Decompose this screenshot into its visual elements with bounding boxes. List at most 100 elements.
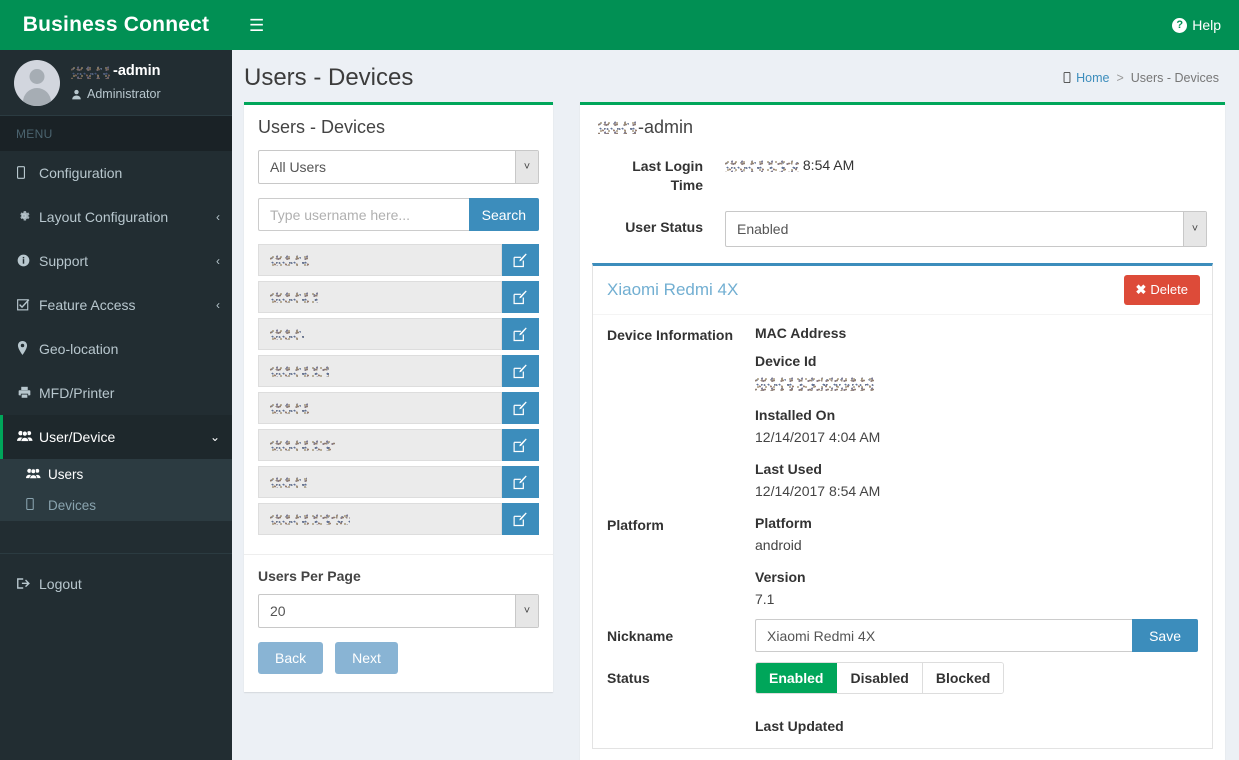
- breadcrumb-home[interactable]: Home: [1063, 71, 1109, 85]
- chevron-left-icon: ‹: [216, 298, 220, 312]
- status-option-blocked[interactable]: Blocked: [922, 663, 1004, 694]
- sidebar-submenu-user-device: Users Devices: [0, 459, 232, 521]
- platform-group: Platform Platform android Version 7.1: [593, 515, 1212, 617]
- nickname-input[interactable]: [755, 619, 1133, 653]
- sidebar-divider: [0, 553, 232, 554]
- sidebar-item-devices[interactable]: Devices: [0, 490, 232, 521]
- user-name-cell[interactable]: [258, 355, 502, 387]
- redacted-username: [270, 291, 318, 303]
- sidebar-item-user-device[interactable]: User/Device ⌄: [0, 415, 232, 459]
- detail-username-title: -admin: [580, 105, 1225, 144]
- edit-user-button[interactable]: [502, 355, 539, 387]
- sidebar-label-devices: Devices: [48, 498, 97, 513]
- search-input[interactable]: [258, 198, 469, 231]
- redacted-username: [270, 439, 335, 451]
- sign-out-icon: [17, 577, 39, 592]
- user-filter-select[interactable]: All Users ˅: [258, 150, 539, 184]
- brand-logo[interactable]: Business Connect: [0, 0, 232, 50]
- user-icon: [72, 89, 81, 100]
- sidebar-item-support[interactable]: Support ‹: [0, 239, 232, 283]
- device-card: Xiaomi Redmi 4X ✖ Delete Device Informat…: [592, 262, 1213, 750]
- list-item[interactable]: [258, 355, 539, 387]
- edit-user-button[interactable]: [502, 503, 539, 535]
- chevron-down-icon: ˅: [515, 151, 538, 183]
- user-name-cell[interactable]: [258, 244, 502, 276]
- edit-pencil-icon: [513, 363, 527, 378]
- user-status-select[interactable]: Enabled ˅: [725, 210, 1207, 247]
- user-name-cell[interactable]: [258, 281, 502, 313]
- user-name-cell[interactable]: [258, 466, 502, 498]
- redacted-username: [598, 121, 638, 134]
- printer-icon: [17, 386, 39, 401]
- delete-label: Delete: [1150, 282, 1188, 298]
- edit-pencil-icon: [513, 289, 527, 304]
- edit-user-button[interactable]: [502, 392, 539, 424]
- menu-header: MENU: [0, 116, 232, 151]
- redacted-username: [270, 254, 312, 266]
- sidebar-label-users: Users: [48, 467, 84, 482]
- next-button[interactable]: Next: [335, 642, 398, 674]
- hamburger-icon[interactable]: ☰: [249, 17, 264, 34]
- status-option-disabled[interactable]: Disabled: [837, 663, 923, 694]
- avatar: [14, 59, 60, 106]
- version-value: 7.1: [755, 591, 775, 608]
- list-item[interactable]: [258, 392, 539, 424]
- edit-user-button[interactable]: [502, 466, 539, 498]
- chevron-down-icon: ˅: [1183, 211, 1206, 246]
- users-per-page-label: Users Per Page: [258, 568, 361, 584]
- redacted-username: [270, 476, 307, 488]
- help-label: Help: [1192, 17, 1221, 33]
- sidebar-item-mfd-printer[interactable]: MFD/Printer: [0, 371, 232, 415]
- sidebar-label-geo-location: Geo-location: [39, 341, 119, 357]
- breadcrumb-separator: >: [1116, 70, 1124, 85]
- sidebar-item-geo-location[interactable]: Geo-location: [0, 327, 232, 371]
- back-button[interactable]: Back: [258, 642, 324, 674]
- sidebar: Business Connect -admin Administrator ME…: [0, 0, 232, 760]
- edit-user-button[interactable]: [502, 318, 539, 350]
- edit-pencil-icon: [513, 252, 527, 267]
- chevron-left-icon: ‹: [216, 210, 220, 224]
- device-status-button-group: Enabled Disabled Blocked: [755, 662, 1005, 695]
- status-option-enabled[interactable]: Enabled: [756, 663, 838, 694]
- sidebar-item-users[interactable]: Users: [0, 459, 232, 490]
- list-item[interactable]: [258, 318, 539, 350]
- list-item[interactable]: [258, 244, 539, 276]
- search-button[interactable]: Search: [468, 198, 539, 231]
- question-circle-icon: ?: [1172, 17, 1188, 33]
- sidebar-username: -admin: [71, 62, 161, 82]
- list-item[interactable]: [258, 281, 539, 313]
- list-item[interactable]: [258, 503, 539, 535]
- pagination-footer: Users Per Page 20 ˅ Back Next: [244, 554, 553, 692]
- edit-user-button[interactable]: [502, 244, 539, 276]
- breadcrumb: Home > Users - Devices: [1063, 71, 1219, 85]
- list-item[interactable]: [258, 466, 539, 498]
- user-status-label: User Status: [625, 218, 703, 235]
- user-name-cell[interactable]: [258, 318, 502, 350]
- edit-user-button[interactable]: [502, 429, 539, 461]
- delete-device-button[interactable]: ✖ Delete: [1123, 274, 1200, 305]
- chevron-down-icon: ⌄: [209, 430, 220, 444]
- nickname-row: Nickname Save: [593, 619, 1212, 653]
- installed-on-label: Installed On: [755, 407, 836, 424]
- list-item[interactable]: [258, 429, 539, 461]
- user-name-cell[interactable]: [258, 392, 502, 424]
- version-label: Version: [755, 569, 806, 586]
- users-per-page-select[interactable]: 20 ˅: [258, 594, 539, 628]
- sidebar-item-layout-configuration[interactable]: Layout Configuration ‹: [0, 195, 232, 239]
- redacted-username: [71, 65, 113, 79]
- sidebar-item-logout[interactable]: Logout: [0, 562, 232, 606]
- device-information-group: Device Information MAC Address Device Id…: [593, 325, 1212, 515]
- redacted-date: [725, 160, 799, 173]
- user-name-cell[interactable]: [258, 503, 502, 535]
- sidebar-item-feature-access[interactable]: Feature Access ‹: [0, 283, 232, 327]
- sidebar-item-configuration[interactable]: Configuration: [0, 151, 232, 195]
- help-link[interactable]: ? Help: [1172, 17, 1221, 33]
- topbar: ☰ ? Help: [232, 0, 1239, 50]
- users-per-page-value: 20: [270, 603, 286, 619]
- device-id-value: [755, 375, 1198, 392]
- device-id-label: Device Id: [755, 352, 817, 369]
- user-name-cell[interactable]: [258, 429, 502, 461]
- edit-user-button[interactable]: [502, 281, 539, 313]
- map-marker-icon: [17, 341, 39, 357]
- save-nickname-button[interactable]: Save: [1132, 619, 1198, 653]
